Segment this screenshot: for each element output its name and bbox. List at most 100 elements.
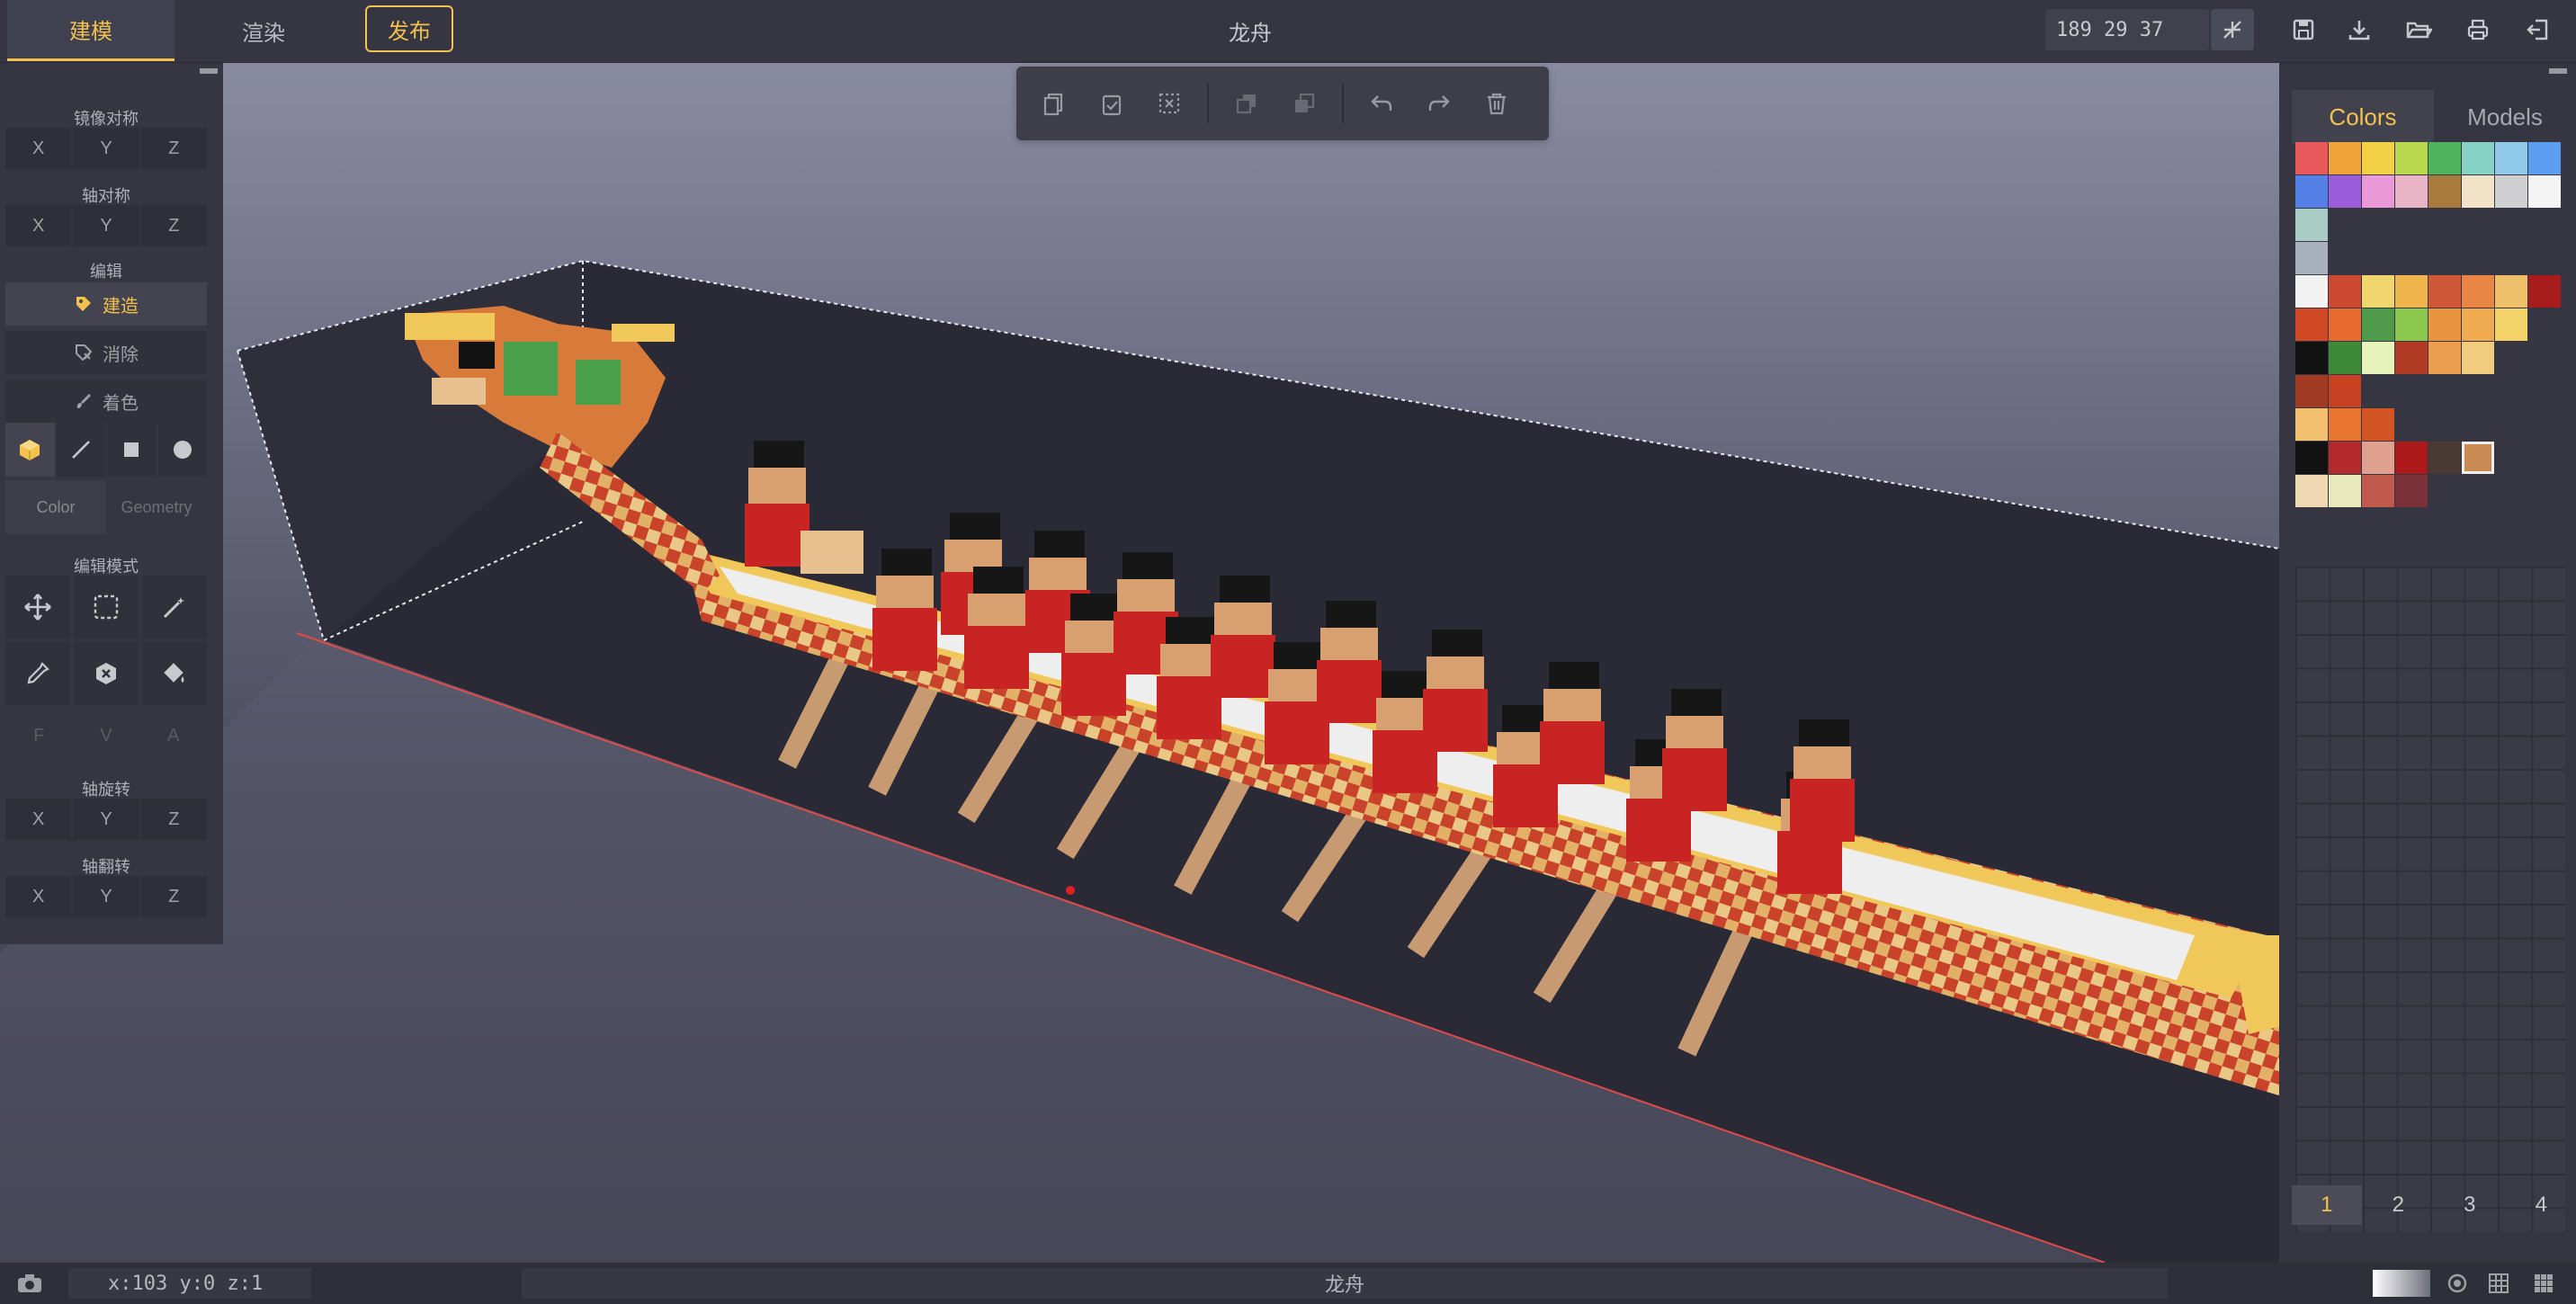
- symmetry-y-button[interactable]: Y: [73, 205, 139, 246]
- color-swatch[interactable]: [2428, 175, 2461, 208]
- color-swatch[interactable]: [2329, 308, 2361, 341]
- delete-color-icon[interactable]: [74, 642, 139, 705]
- color-swatch[interactable]: [2362, 175, 2394, 208]
- color-swatch[interactable]: [2329, 442, 2361, 474]
- color-swatch[interactable]: [2362, 275, 2394, 308]
- color-swatch[interactable]: [2495, 175, 2527, 208]
- voxel-cube-icon[interactable]: [5, 423, 55, 477]
- color-swatch[interactable]: [2329, 342, 2361, 374]
- save-icon[interactable]: [2286, 13, 2321, 47]
- color-swatch[interactable]: [2295, 242, 2328, 274]
- color-swatch[interactable]: [2362, 408, 2394, 441]
- color-swatch[interactable]: [2329, 275, 2361, 308]
- color-swatch[interactable]: [2362, 308, 2394, 341]
- flip-y-button[interactable]: Y: [73, 876, 139, 917]
- color-swatch[interactable]: [2395, 142, 2428, 174]
- build-tool-button[interactable]: 建造: [5, 282, 207, 326]
- page-tab-2[interactable]: 2: [2364, 1185, 2434, 1225]
- rotate-x-button[interactable]: X: [5, 799, 72, 840]
- magic-wand-icon[interactable]: [142, 576, 207, 639]
- color-swatch[interactable]: [2495, 308, 2527, 341]
- tab-modeling[interactable]: 建模: [7, 0, 174, 61]
- erase-tool-button[interactable]: 消除: [5, 331, 207, 374]
- tab-geometry[interactable]: Geometry: [106, 480, 207, 534]
- color-swatch[interactable]: [2295, 408, 2328, 441]
- page-tab-1[interactable]: 1: [2292, 1185, 2362, 1225]
- color-swatch[interactable]: [2528, 142, 2561, 174]
- color-swatch[interactable]: [2295, 308, 2328, 341]
- color-swatch[interactable]: [2395, 275, 2428, 308]
- all-mode-button[interactable]: A: [139, 714, 207, 757]
- color-swatch[interactable]: [2462, 342, 2494, 374]
- camera-icon[interactable]: [9, 1268, 50, 1299]
- square-brush-icon[interactable]: [107, 423, 157, 477]
- light-gradient-swatch[interactable]: [2373, 1270, 2430, 1297]
- color-swatch[interactable]: [2395, 175, 2428, 208]
- color-swatch[interactable]: [2428, 275, 2461, 308]
- snap-icon[interactable]: [2211, 9, 2254, 50]
- color-swatch[interactable]: [2428, 342, 2461, 374]
- publish-button[interactable]: 发布: [365, 5, 453, 52]
- color-swatch[interactable]: [2495, 275, 2527, 308]
- color-swatch[interactable]: [2295, 142, 2328, 174]
- fill-bucket-icon[interactable]: [142, 642, 207, 705]
- color-swatch[interactable]: [2395, 475, 2428, 507]
- grid-icon[interactable]: [2484, 1270, 2513, 1297]
- tab-color[interactable]: Color: [5, 480, 106, 534]
- layer-down-icon[interactable]: [1277, 76, 1331, 130]
- color-swatch[interactable]: [2295, 375, 2328, 407]
- color-swatch[interactable]: [2495, 142, 2527, 174]
- tab-colors[interactable]: Colors: [2292, 90, 2434, 144]
- color-swatch[interactable]: [2462, 275, 2494, 308]
- color-swatch[interactable]: [2295, 475, 2328, 507]
- copy-icon[interactable]: [1027, 76, 1081, 130]
- color-swatch[interactable]: [2462, 175, 2494, 208]
- layout-icon[interactable]: [2529, 1270, 2558, 1297]
- color-swatch[interactable]: [2528, 275, 2561, 308]
- delete-icon[interactable]: [1470, 76, 1524, 130]
- color-swatch[interactable]: [2428, 142, 2461, 174]
- select-box-icon[interactable]: [74, 576, 139, 639]
- exit-icon[interactable]: [2520, 13, 2554, 47]
- line-brush-icon[interactable]: [56, 423, 105, 477]
- move-icon[interactable]: [5, 576, 70, 639]
- flip-z-button[interactable]: Z: [140, 876, 207, 917]
- color-swatch[interactable]: [2395, 342, 2428, 374]
- collapse-left-icon[interactable]: [200, 68, 218, 74]
- color-swatch[interactable]: [2362, 142, 2394, 174]
- color-swatch[interactable]: [2462, 142, 2494, 174]
- eyedropper-icon[interactable]: [5, 642, 70, 705]
- cut-selection-icon[interactable]: [1142, 76, 1196, 130]
- color-swatch[interactable]: [2329, 475, 2361, 507]
- tab-render[interactable]: 渲染: [180, 0, 347, 61]
- color-swatch[interactable]: [2528, 175, 2561, 208]
- color-swatch[interactable]: [2395, 308, 2428, 341]
- color-swatch[interactable]: [2329, 408, 2361, 441]
- page-tab-3[interactable]: 3: [2435, 1185, 2505, 1225]
- tab-models[interactable]: Models: [2434, 90, 2576, 144]
- color-swatch[interactable]: [2462, 308, 2494, 341]
- 3d-viewport[interactable]: [0, 63, 2576, 1263]
- mirror-z-button[interactable]: Z: [140, 128, 207, 169]
- color-swatch[interactable]: [2428, 308, 2461, 341]
- mirror-y-button[interactable]: Y: [73, 128, 139, 169]
- color-swatch[interactable]: [2295, 275, 2328, 308]
- vertex-mode-button[interactable]: V: [73, 714, 140, 757]
- color-swatch[interactable]: [2428, 442, 2461, 474]
- paint-tool-button[interactable]: 着色: [5, 380, 207, 423]
- open-folder-icon[interactable]: [2402, 13, 2436, 47]
- symmetry-z-button[interactable]: Z: [140, 205, 207, 246]
- color-swatch[interactable]: [2295, 442, 2328, 474]
- model-preview-grid[interactable]: [2295, 567, 2565, 1232]
- rotate-z-button[interactable]: Z: [140, 799, 207, 840]
- color-swatch[interactable]: [2329, 142, 2361, 174]
- color-swatch[interactable]: [2295, 342, 2328, 374]
- face-mode-button[interactable]: F: [5, 714, 73, 757]
- color-swatch[interactable]: [2329, 375, 2361, 407]
- collapse-right-icon[interactable]: [2549, 68, 2567, 74]
- flip-x-button[interactable]: X: [5, 876, 72, 917]
- download-icon[interactable]: [2342, 13, 2376, 47]
- paste-icon[interactable]: [1085, 76, 1139, 130]
- redo-icon[interactable]: [1412, 76, 1466, 130]
- mirror-x-button[interactable]: X: [5, 128, 72, 169]
